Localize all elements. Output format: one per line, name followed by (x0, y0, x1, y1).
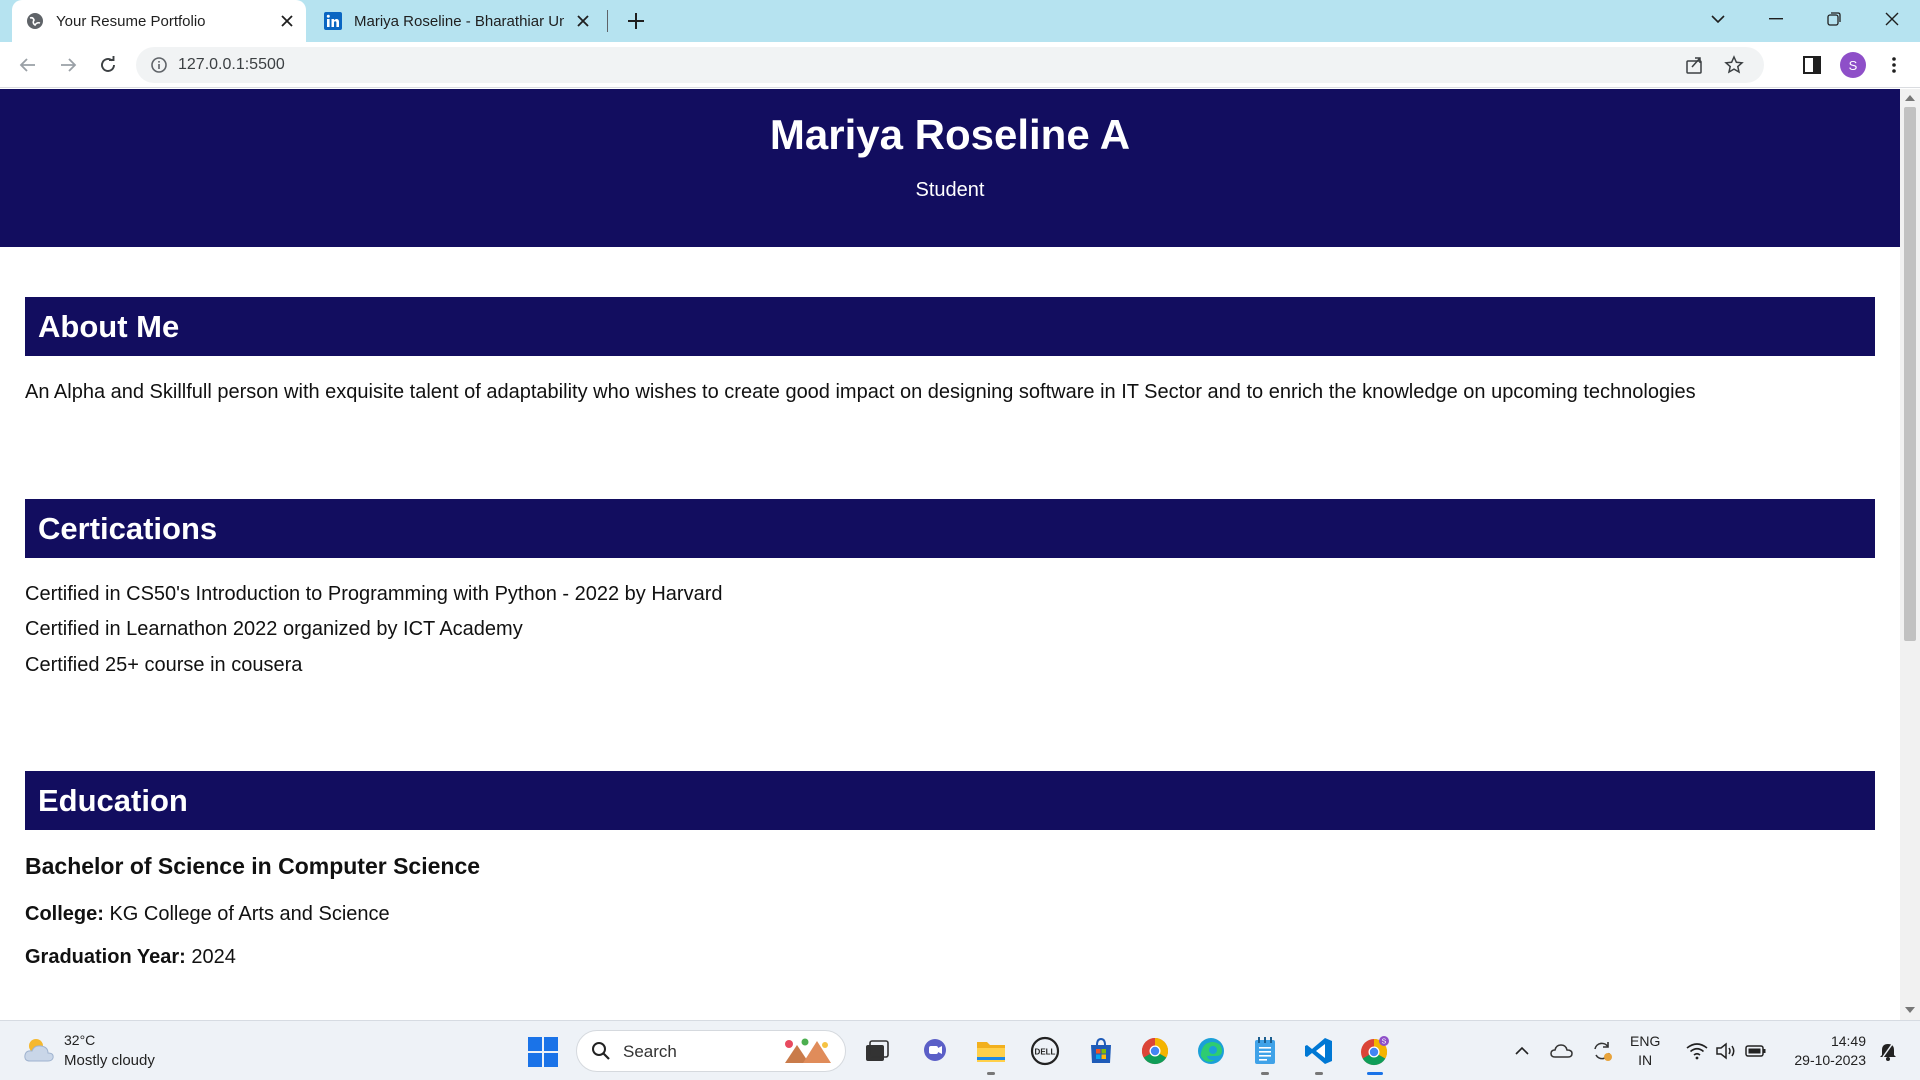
graduation-value: 2024 (191, 946, 236, 968)
search-highlight-icon (775, 1037, 837, 1065)
side-panel-icon (1803, 56, 1821, 74)
windows-start-icon[interactable] (528, 1037, 558, 1067)
running-indicator (1315, 1072, 1323, 1075)
certifications-heading: Certications (25, 499, 1875, 558)
close-tab-icon[interactable] (278, 12, 296, 30)
notepad-icon[interactable] (1248, 1034, 1282, 1075)
running-indicator (1261, 1072, 1269, 1075)
bookmark-star-icon[interactable] (1724, 55, 1744, 75)
active-indicator (1367, 1072, 1383, 1075)
weather-temperature: 32°C (64, 1032, 96, 1048)
certification-item: Certified in Learnathon 2022 organized b… (25, 618, 523, 640)
restore-icon (1827, 12, 1841, 26)
person-name: Mariya Roseline A (769, 111, 1131, 158)
globe-icon (26, 12, 44, 30)
certification-item: Certified 25+ course in cousera (25, 654, 303, 676)
about-heading: About Me (25, 297, 1875, 356)
system-clock[interactable]: 14:49 29-10-2023 (1780, 1032, 1866, 1070)
back-button[interactable] (14, 51, 42, 79)
task-view-icon[interactable] (860, 1034, 894, 1068)
close-icon (1885, 12, 1899, 26)
chrome-icon[interactable] (1138, 1034, 1172, 1068)
resume-header: Mariya Roseline A Student (0, 89, 1900, 247)
microsoft-store-icon[interactable] (1084, 1034, 1118, 1068)
page-scrollbar[interactable] (1900, 89, 1920, 1020)
address-bar[interactable]: 127.0.0.1:5500 (136, 47, 1764, 83)
college-label: College: (25, 903, 104, 925)
teams-chat-icon[interactable] (918, 1034, 952, 1068)
education-heading: Education (25, 771, 1875, 830)
reload-button[interactable] (94, 51, 122, 79)
forward-arrow-icon (61, 58, 77, 72)
running-indicator (987, 1072, 995, 1075)
sync-icon[interactable] (1590, 1039, 1614, 1063)
graduation-label: Graduation Year: (25, 946, 186, 968)
browser-toolbar: 127.0.0.1:5500 S (0, 42, 1920, 88)
share-icon[interactable] (1684, 55, 1704, 75)
tab-separator (607, 10, 608, 32)
close-tab-icon[interactable] (574, 12, 592, 30)
minimize-icon (1769, 18, 1783, 20)
college-line: College: KG College of Arts and Science (25, 903, 390, 926)
scroll-down-icon[interactable] (1905, 1007, 1915, 1013)
svg-text:S: S (1382, 1039, 1387, 1046)
language-indicator[interactable]: ENG IN (1630, 1032, 1660, 1070)
degree-title: Bachelor of Science in Computer Science (25, 853, 481, 879)
minimize-button[interactable] (1748, 0, 1804, 38)
weather-description: Mostly cloudy (64, 1052, 155, 1069)
svg-text:DELL: DELL (1035, 1048, 1056, 1057)
certification-item: Certified in CS50's Introduction to Prog… (25, 583, 723, 605)
volume-icon[interactable] (1714, 1039, 1738, 1063)
tab-search-button[interactable] (1690, 0, 1746, 38)
page-viewport: Mariya Roseline A Student About Me An Al… (0, 89, 1900, 1020)
dell-app-icon[interactable]: DELL (1028, 1034, 1062, 1068)
kebab-menu-icon (1892, 57, 1896, 73)
onedrive-cloud-icon[interactable] (1550, 1039, 1574, 1063)
side-panel-button[interactable] (1800, 53, 1824, 77)
restore-button[interactable] (1806, 0, 1862, 38)
wifi-icon[interactable] (1685, 1039, 1709, 1063)
scroll-up-icon[interactable] (1905, 95, 1915, 101)
search-icon (591, 1041, 611, 1066)
plus-icon (628, 13, 644, 29)
tab-title: Your Resume Portfolio (56, 12, 206, 30)
edge-icon[interactable] (1194, 1034, 1228, 1068)
search-label: Search (623, 1042, 677, 1061)
linkedin-icon (324, 12, 342, 30)
close-window-button[interactable] (1864, 0, 1920, 38)
person-role: Student (915, 179, 985, 201)
college-value: KG College of Arts and Science (109, 903, 390, 925)
region-line: IN (1638, 1052, 1653, 1068)
forward-button[interactable] (54, 51, 82, 79)
notification-bell-icon[interactable] (1876, 1039, 1900, 1063)
profile-avatar[interactable]: S (1840, 52, 1866, 78)
windows-taskbar: 32°C Mostly cloudy Search DELL S ENG IN … (0, 1020, 1920, 1080)
chrome-profile-icon[interactable]: S (1358, 1034, 1392, 1075)
language-line: ENG (1630, 1033, 1661, 1049)
new-tab-button[interactable] (624, 9, 648, 33)
scroll-thumb[interactable] (1904, 107, 1916, 641)
clock-date: 29-10-2023 (1794, 1052, 1866, 1068)
cloud-sun-icon (22, 1035, 56, 1065)
tab-linkedin[interactable]: Mariya Roseline - Bharathiar Uni (312, 0, 602, 42)
browser-tab-bar: Your Resume Portfolio Mariya Roseline - … (0, 0, 1920, 42)
taskbar-search[interactable]: Search (576, 1030, 846, 1072)
menu-button[interactable] (1882, 53, 1906, 77)
clock-time: 14:49 (1830, 1033, 1866, 1049)
file-explorer-icon[interactable] (974, 1034, 1008, 1075)
tab-title: Mariya Roseline - Bharathiar Uni (354, 12, 564, 30)
back-arrow-icon (19, 58, 35, 72)
vscode-icon[interactable] (1302, 1034, 1336, 1075)
show-hidden-icons-chevron-icon[interactable] (1510, 1039, 1534, 1063)
site-info-icon[interactable] (150, 56, 168, 74)
tab-resume-portfolio[interactable]: Your Resume Portfolio (12, 0, 306, 42)
graduation-line: Graduation Year: 2024 (25, 946, 236, 969)
battery-icon[interactable] (1744, 1039, 1768, 1063)
about-text: An Alpha and Skillfull person with exqui… (25, 381, 1696, 403)
url-text[interactable]: 127.0.0.1:5500 (178, 56, 285, 74)
reload-icon (101, 56, 115, 72)
chevron-down-icon (1711, 15, 1725, 24)
